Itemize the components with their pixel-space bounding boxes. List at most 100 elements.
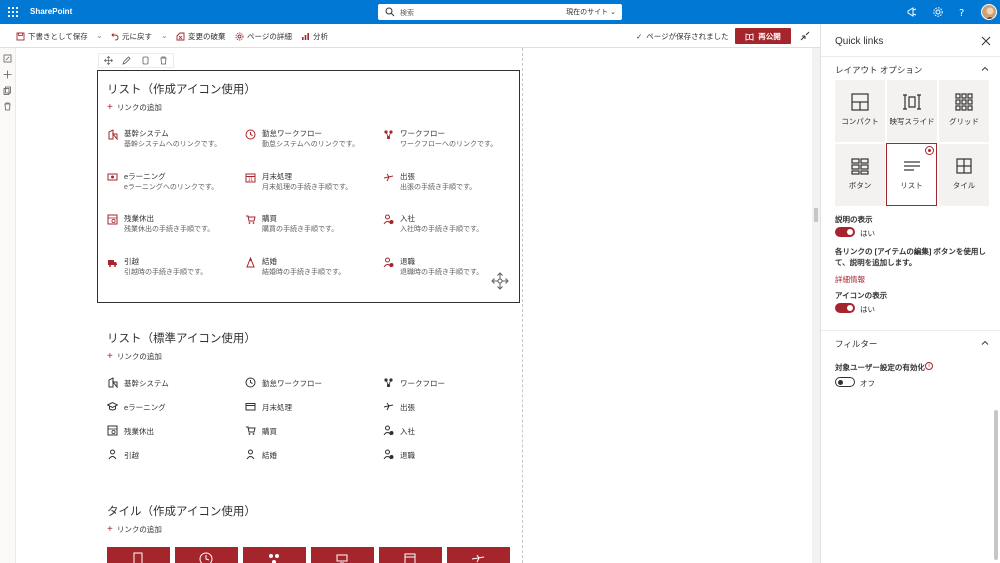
- undo-button[interactable]: 元に戻す: [110, 31, 152, 42]
- cart-icon: [246, 215, 256, 224]
- list-item[interactable]: eラーニング: [107, 401, 242, 413]
- move-icon[interactable]: [3, 70, 12, 79]
- save-draft-button[interactable]: 下書きとして保存: [16, 31, 88, 42]
- close-icon[interactable]: [981, 36, 991, 46]
- chevron-down-icon[interactable]: ⌄: [161, 31, 168, 40]
- discard-button[interactable]: 変更の破棄: [176, 31, 226, 42]
- list-icon: [904, 161, 920, 171]
- layout-list-button[interactable]: リスト: [886, 143, 937, 206]
- app-launcher-icon[interactable]: [8, 7, 18, 17]
- edit-section-icon[interactable]: [3, 54, 12, 63]
- list-item[interactable]: 引越: [107, 449, 242, 461]
- person-add-icon: [383, 425, 394, 436]
- megaphone-icon[interactable]: [906, 6, 918, 18]
- selected-radio-icon: [925, 146, 934, 155]
- list-item-description: 出張の手続き手順です。: [400, 184, 477, 191]
- checkmark-icon: ✓: [636, 32, 643, 41]
- more-info-link[interactable]: 詳細情報: [835, 274, 865, 285]
- grid-icon: [955, 93, 973, 111]
- avatar[interactable]: [981, 4, 997, 20]
- list-item-title: 月末処理: [262, 172, 292, 181]
- help-text: 各リンクの [アイテムの編集] ボタンを使用して、説明を追加します。: [835, 247, 986, 267]
- panel-scrollbar[interactable]: [994, 410, 998, 560]
- section1-add-link[interactable]: + リンクの追加: [107, 102, 162, 113]
- list-item-title: 出張: [400, 403, 415, 412]
- list-item[interactable]: 残業休出: [107, 425, 242, 437]
- layout-buttons-button[interactable]: ボタン: [835, 144, 885, 206]
- delete-icon[interactable]: [159, 56, 168, 65]
- property-pane: Quick links レイアウト オプション コンパクト 映写スライド グリッ…: [820, 24, 1000, 563]
- list-item-title: 基幹システム: [124, 129, 169, 138]
- chevron-down-icon[interactable]: ⌄: [96, 31, 103, 40]
- republish-button[interactable]: 再公開: [735, 28, 791, 44]
- layout-compact-button[interactable]: コンパクト: [835, 80, 885, 142]
- layout-options-header[interactable]: レイアウト オプション: [821, 56, 1000, 78]
- list-item-description: 基幹システムへのリンクです。: [124, 141, 222, 148]
- airplane-icon: [383, 402, 394, 411]
- canvas-scrollbar[interactable]: [812, 48, 820, 563]
- list-item-title: 入社: [400, 214, 415, 223]
- svg-text:31: 31: [248, 177, 254, 182]
- search-box[interactable]: 検索 現在のサイト ⌄: [378, 4, 622, 20]
- card-icon: [245, 403, 256, 411]
- scrollbar-thumb[interactable]: [814, 208, 818, 222]
- list-item[interactable]: 月末処理: [245, 401, 380, 413]
- section2-add-link[interactable]: + リンクの追加: [107, 351, 162, 362]
- list-item[interactable]: 退職: [383, 449, 518, 461]
- list-item[interactable]: 基幹システム: [107, 377, 242, 389]
- person-icon: [246, 449, 255, 460]
- chevron-up-icon: [981, 66, 989, 71]
- tile-link[interactable]: [175, 547, 238, 563]
- layout-filmstrip-button[interactable]: 映写スライド: [887, 80, 937, 142]
- list-item-description: 月末処理の手続き手順です。: [262, 184, 353, 191]
- list-item[interactable]: 勤怠ワークフロー: [245, 377, 380, 389]
- saved-status: ✓ ページが保存されました: [636, 31, 729, 42]
- calendar-icon: [404, 553, 416, 563]
- tile-link[interactable]: [311, 547, 374, 563]
- clock-icon: [199, 552, 213, 563]
- layout-grid-button[interactable]: グリッド: [939, 80, 989, 142]
- tile-link[interactable]: [447, 547, 510, 563]
- undo-label: 元に戻す: [122, 32, 152, 41]
- layout-tiles-button[interactable]: タイル: [939, 144, 989, 206]
- delete-icon[interactable]: [3, 102, 12, 111]
- duplicate-icon[interactable]: [141, 56, 150, 65]
- brand-name[interactable]: SharePoint: [30, 7, 72, 16]
- suite-header: SharePoint 検索 現在のサイト ⌄ ?: [0, 0, 1000, 24]
- info-icon[interactable]: i: [925, 362, 933, 370]
- help-icon[interactable]: ?: [956, 6, 968, 18]
- layout-options-label: レイアウト オプション: [835, 65, 923, 75]
- layout-tiles-label: タイル: [952, 181, 976, 190]
- building-icon: [108, 377, 118, 388]
- search-scope-dropdown[interactable]: 現在のサイト ⌄: [566, 7, 616, 17]
- drag-handle-icon[interactable]: [491, 272, 509, 290]
- list-item-title: 退職: [400, 257, 415, 266]
- show-description-toggle[interactable]: [835, 227, 855, 237]
- tile-link[interactable]: [243, 547, 306, 563]
- list-item[interactable]: ワークフロー: [383, 377, 518, 389]
- list-item[interactable]: 購買: [245, 425, 380, 437]
- list-item-title: eラーニング: [124, 403, 166, 412]
- page-details-button[interactable]: ページの詳細: [235, 31, 292, 42]
- list-item[interactable]: 出張: [383, 401, 518, 413]
- person-icon: [108, 449, 117, 460]
- tile-link[interactable]: [379, 547, 442, 563]
- workflow-icon: [269, 554, 279, 563]
- duplicate-icon[interactable]: [3, 86, 12, 95]
- tile-link[interactable]: [107, 547, 170, 563]
- elearning-icon: [336, 554, 348, 563]
- list-item-description: 引越時の手続き手順です。: [124, 269, 208, 276]
- analytics-button[interactable]: 分析: [301, 31, 328, 42]
- move-icon[interactable]: [103, 56, 113, 65]
- list-item-title: 月末処理: [262, 403, 292, 412]
- audience-targeting-toggle[interactable]: [835, 377, 855, 387]
- gear-icon[interactable]: [932, 6, 944, 18]
- show-icon-toggle[interactable]: [835, 303, 855, 313]
- list-item[interactable]: 結婚: [245, 449, 380, 461]
- filter-header[interactable]: フィルター: [821, 330, 1000, 352]
- chevron-down-icon: ⌄: [610, 9, 616, 16]
- collapse-icon[interactable]: [797, 28, 813, 44]
- list-item[interactable]: 入社: [383, 425, 518, 437]
- section3-add-link[interactable]: + リンクの追加: [107, 524, 162, 535]
- pencil-icon[interactable]: [122, 56, 131, 65]
